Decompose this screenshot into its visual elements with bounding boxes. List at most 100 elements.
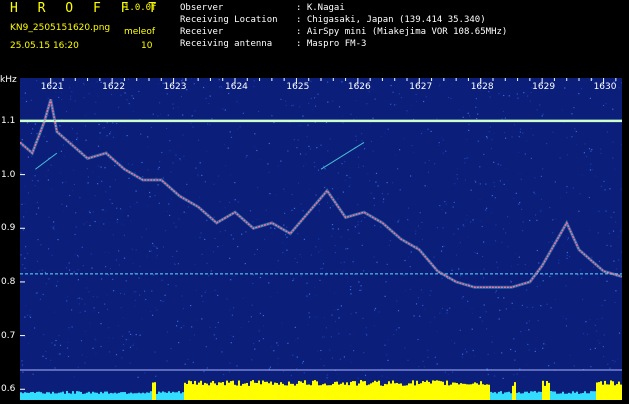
noise-speck (381, 368, 382, 369)
strength-bar-segment (88, 392, 90, 400)
noise-speck (58, 335, 59, 336)
noise-speck (320, 359, 321, 360)
noise-speck (513, 308, 514, 309)
strength-bar-segment (346, 382, 348, 400)
noise-speck (23, 229, 24, 230)
strength-bar-segment (458, 384, 460, 400)
noise-speck (263, 315, 264, 316)
strength-bar-segment (56, 393, 58, 400)
strength-bar-segment (378, 381, 380, 400)
strength-bar-segment (420, 383, 422, 400)
strength-bar-segment (350, 382, 352, 400)
noise-speck (546, 344, 547, 345)
noise-speck (315, 317, 316, 318)
noise-speck (185, 191, 186, 192)
noise-speck (618, 260, 619, 261)
strength-bar-segment (66, 391, 68, 400)
strength-bar-segment (616, 384, 618, 400)
noise-speck (503, 297, 504, 298)
strength-bar-segment (112, 393, 114, 400)
noise-speck (468, 130, 469, 131)
x-tick-label: 1624 (225, 82, 248, 92)
noise-speck (492, 195, 493, 196)
noise-speck (88, 176, 89, 177)
noise-speck (223, 374, 224, 375)
strength-bar-segment (394, 383, 396, 400)
noise-speck (358, 378, 359, 379)
noise-speck (390, 104, 391, 105)
noise-speck (482, 226, 483, 227)
noise-speck (231, 342, 232, 343)
noise-speck (321, 249, 322, 250)
noise-speck (299, 106, 300, 107)
noise-speck (28, 157, 29, 158)
noise-speck (482, 321, 483, 322)
noise-speck (308, 146, 309, 147)
strength-bar-segment (120, 392, 122, 400)
noise-speck (88, 291, 89, 292)
strength-bar-segment (74, 394, 76, 400)
noise-speck (207, 123, 208, 124)
noise-speck (404, 348, 405, 349)
noise-speck (66, 267, 67, 268)
noise-speck (330, 138, 331, 139)
strength-bar-segment (480, 381, 482, 400)
strength-bar-segment (308, 384, 310, 400)
noise-speck (120, 95, 121, 96)
noise-speck (87, 168, 88, 169)
strength-bar-segment (132, 393, 134, 400)
noise-speck (233, 336, 234, 337)
noise-speck (30, 145, 31, 146)
noise-speck (218, 176, 219, 177)
noise-speck (28, 192, 29, 193)
noise-speck (514, 360, 515, 361)
strength-bar-segment (344, 385, 346, 400)
noise-speck (34, 327, 35, 328)
strength-bar-segment (406, 385, 408, 400)
strength-bar-segment (438, 381, 440, 400)
noise-speck (543, 274, 544, 275)
noise-speck (230, 335, 231, 336)
noise-speck (275, 271, 276, 272)
noise-speck (124, 235, 125, 236)
noise-speck (375, 99, 376, 100)
noise-speck (571, 113, 572, 114)
noise-speck (72, 190, 73, 191)
noise-speck (36, 80, 37, 81)
noise-speck (577, 241, 578, 242)
noise-speck (518, 204, 519, 205)
noise-speck (175, 264, 176, 265)
noise-speck (582, 299, 583, 300)
noise-speck (71, 127, 72, 128)
noise-speck (320, 173, 321, 174)
noise-speck (31, 133, 32, 134)
noise-speck (195, 264, 196, 265)
noise-speck (479, 199, 480, 200)
noise-speck (543, 280, 544, 281)
noise-speck (460, 275, 461, 276)
noise-speck (323, 263, 324, 264)
strength-bar-segment (502, 394, 504, 400)
noise-speck (465, 349, 466, 350)
noise-speck (524, 376, 525, 377)
noise-speck (91, 253, 92, 254)
noise-speck (512, 303, 513, 304)
noise-speck (64, 156, 65, 157)
noise-speck (320, 268, 321, 269)
noise-speck (104, 167, 105, 168)
strength-bar-segment (550, 391, 552, 400)
noise-speck (55, 340, 56, 341)
strength-bar-segment (440, 381, 442, 400)
noise-speck (303, 210, 304, 211)
noise-speck (366, 327, 367, 328)
noise-speck (553, 132, 554, 133)
noise-speck (550, 307, 551, 308)
noise-speck (117, 222, 118, 223)
noise-speck (183, 156, 184, 157)
noise-speck (329, 349, 330, 350)
noise-speck (438, 86, 439, 87)
noise-speck (493, 182, 494, 183)
noise-speck (145, 299, 146, 300)
noise-speck (234, 275, 235, 276)
noise-speck (350, 114, 351, 115)
